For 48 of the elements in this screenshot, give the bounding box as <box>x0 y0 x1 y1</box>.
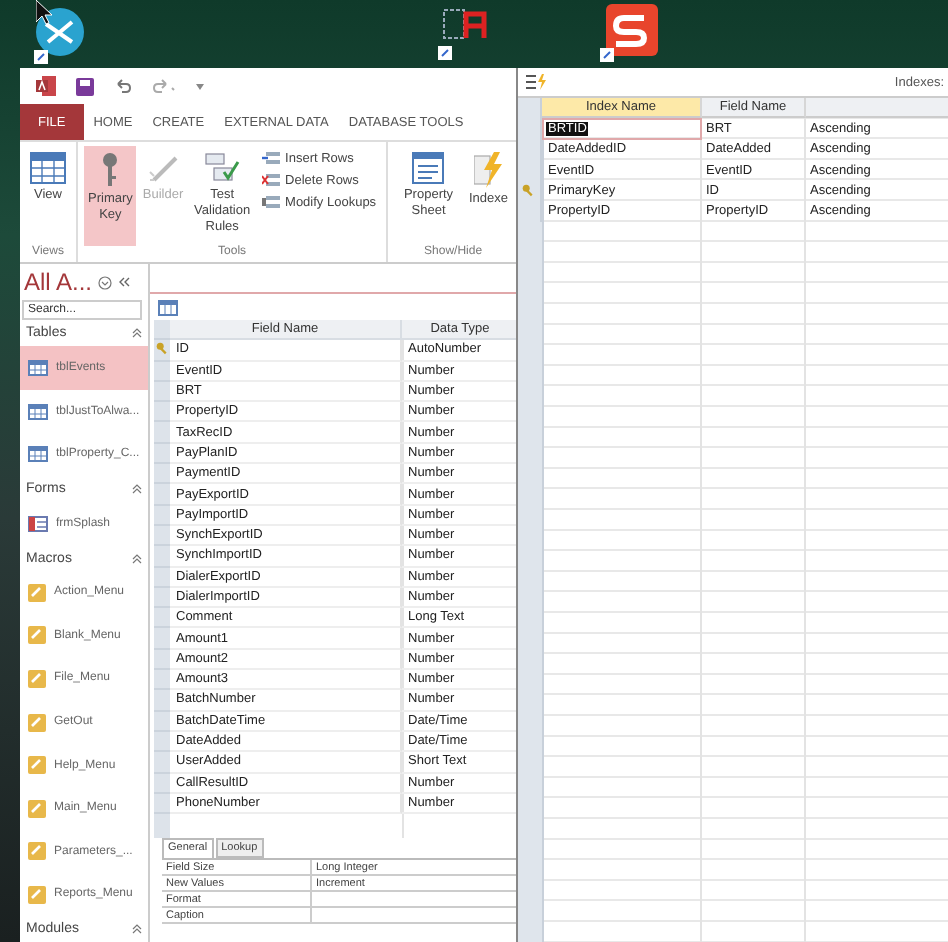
row-selector[interactable] <box>154 773 170 794</box>
table-icon <box>158 299 178 315</box>
lookup-icon <box>261 194 280 210</box>
save-icon[interactable] <box>76 77 94 95</box>
macro-icon <box>28 583 46 602</box>
app-shortcut-icon[interactable] <box>436 4 492 64</box>
delete-rows-icon <box>261 172 280 188</box>
datasheet-icon <box>30 152 66 184</box>
indexes-icon <box>526 74 546 90</box>
primary-key-icon <box>522 183 536 198</box>
column-header[interactable] <box>806 98 948 119</box>
validation-icon <box>204 152 241 184</box>
access-logo-icon <box>36 76 56 96</box>
table-icon <box>28 446 48 463</box>
customize-dropdown-icon[interactable] <box>196 83 204 89</box>
collapse-pane-icon[interactable] <box>118 276 131 288</box>
collapse-icon[interactable] <box>132 553 142 564</box>
row-selector[interactable] <box>154 567 170 588</box>
macro-icon <box>28 799 46 818</box>
form-icon <box>28 515 48 532</box>
macro-icon <box>28 885 46 904</box>
row-selector[interactable] <box>154 505 170 526</box>
row-selector[interactable] <box>154 340 170 362</box>
key-icon <box>100 152 121 188</box>
collapse-icon[interactable] <box>132 328 142 339</box>
macro-icon <box>28 756 46 775</box>
undo-icon[interactable] <box>114 78 132 94</box>
navigation-title[interactable]: All A... <box>24 268 93 296</box>
collapse-icon[interactable] <box>132 484 142 495</box>
app-shortcut-icon[interactable] <box>598 2 662 66</box>
mouse-cursor-icon <box>36 0 52 24</box>
insert-rows-icon <box>261 150 280 166</box>
macro-icon <box>28 626 46 645</box>
app-shortcut-icon[interactable] <box>28 6 88 66</box>
row-selector[interactable] <box>154 711 170 732</box>
collapse-icon[interactable] <box>132 924 142 934</box>
table-icon <box>28 403 48 420</box>
redo-icon[interactable] <box>152 78 176 94</box>
macro-icon <box>28 713 46 732</box>
property-sheet-icon <box>412 152 445 184</box>
lightning-icon <box>474 152 503 188</box>
primary-key-icon <box>155 342 169 357</box>
row-selector[interactable] <box>154 361 170 382</box>
macro-icon <box>28 842 46 861</box>
dropdown-icon[interactable] <box>98 275 113 289</box>
table-icon <box>28 360 48 377</box>
wand-icon <box>147 152 179 184</box>
macro-icon <box>28 669 46 688</box>
